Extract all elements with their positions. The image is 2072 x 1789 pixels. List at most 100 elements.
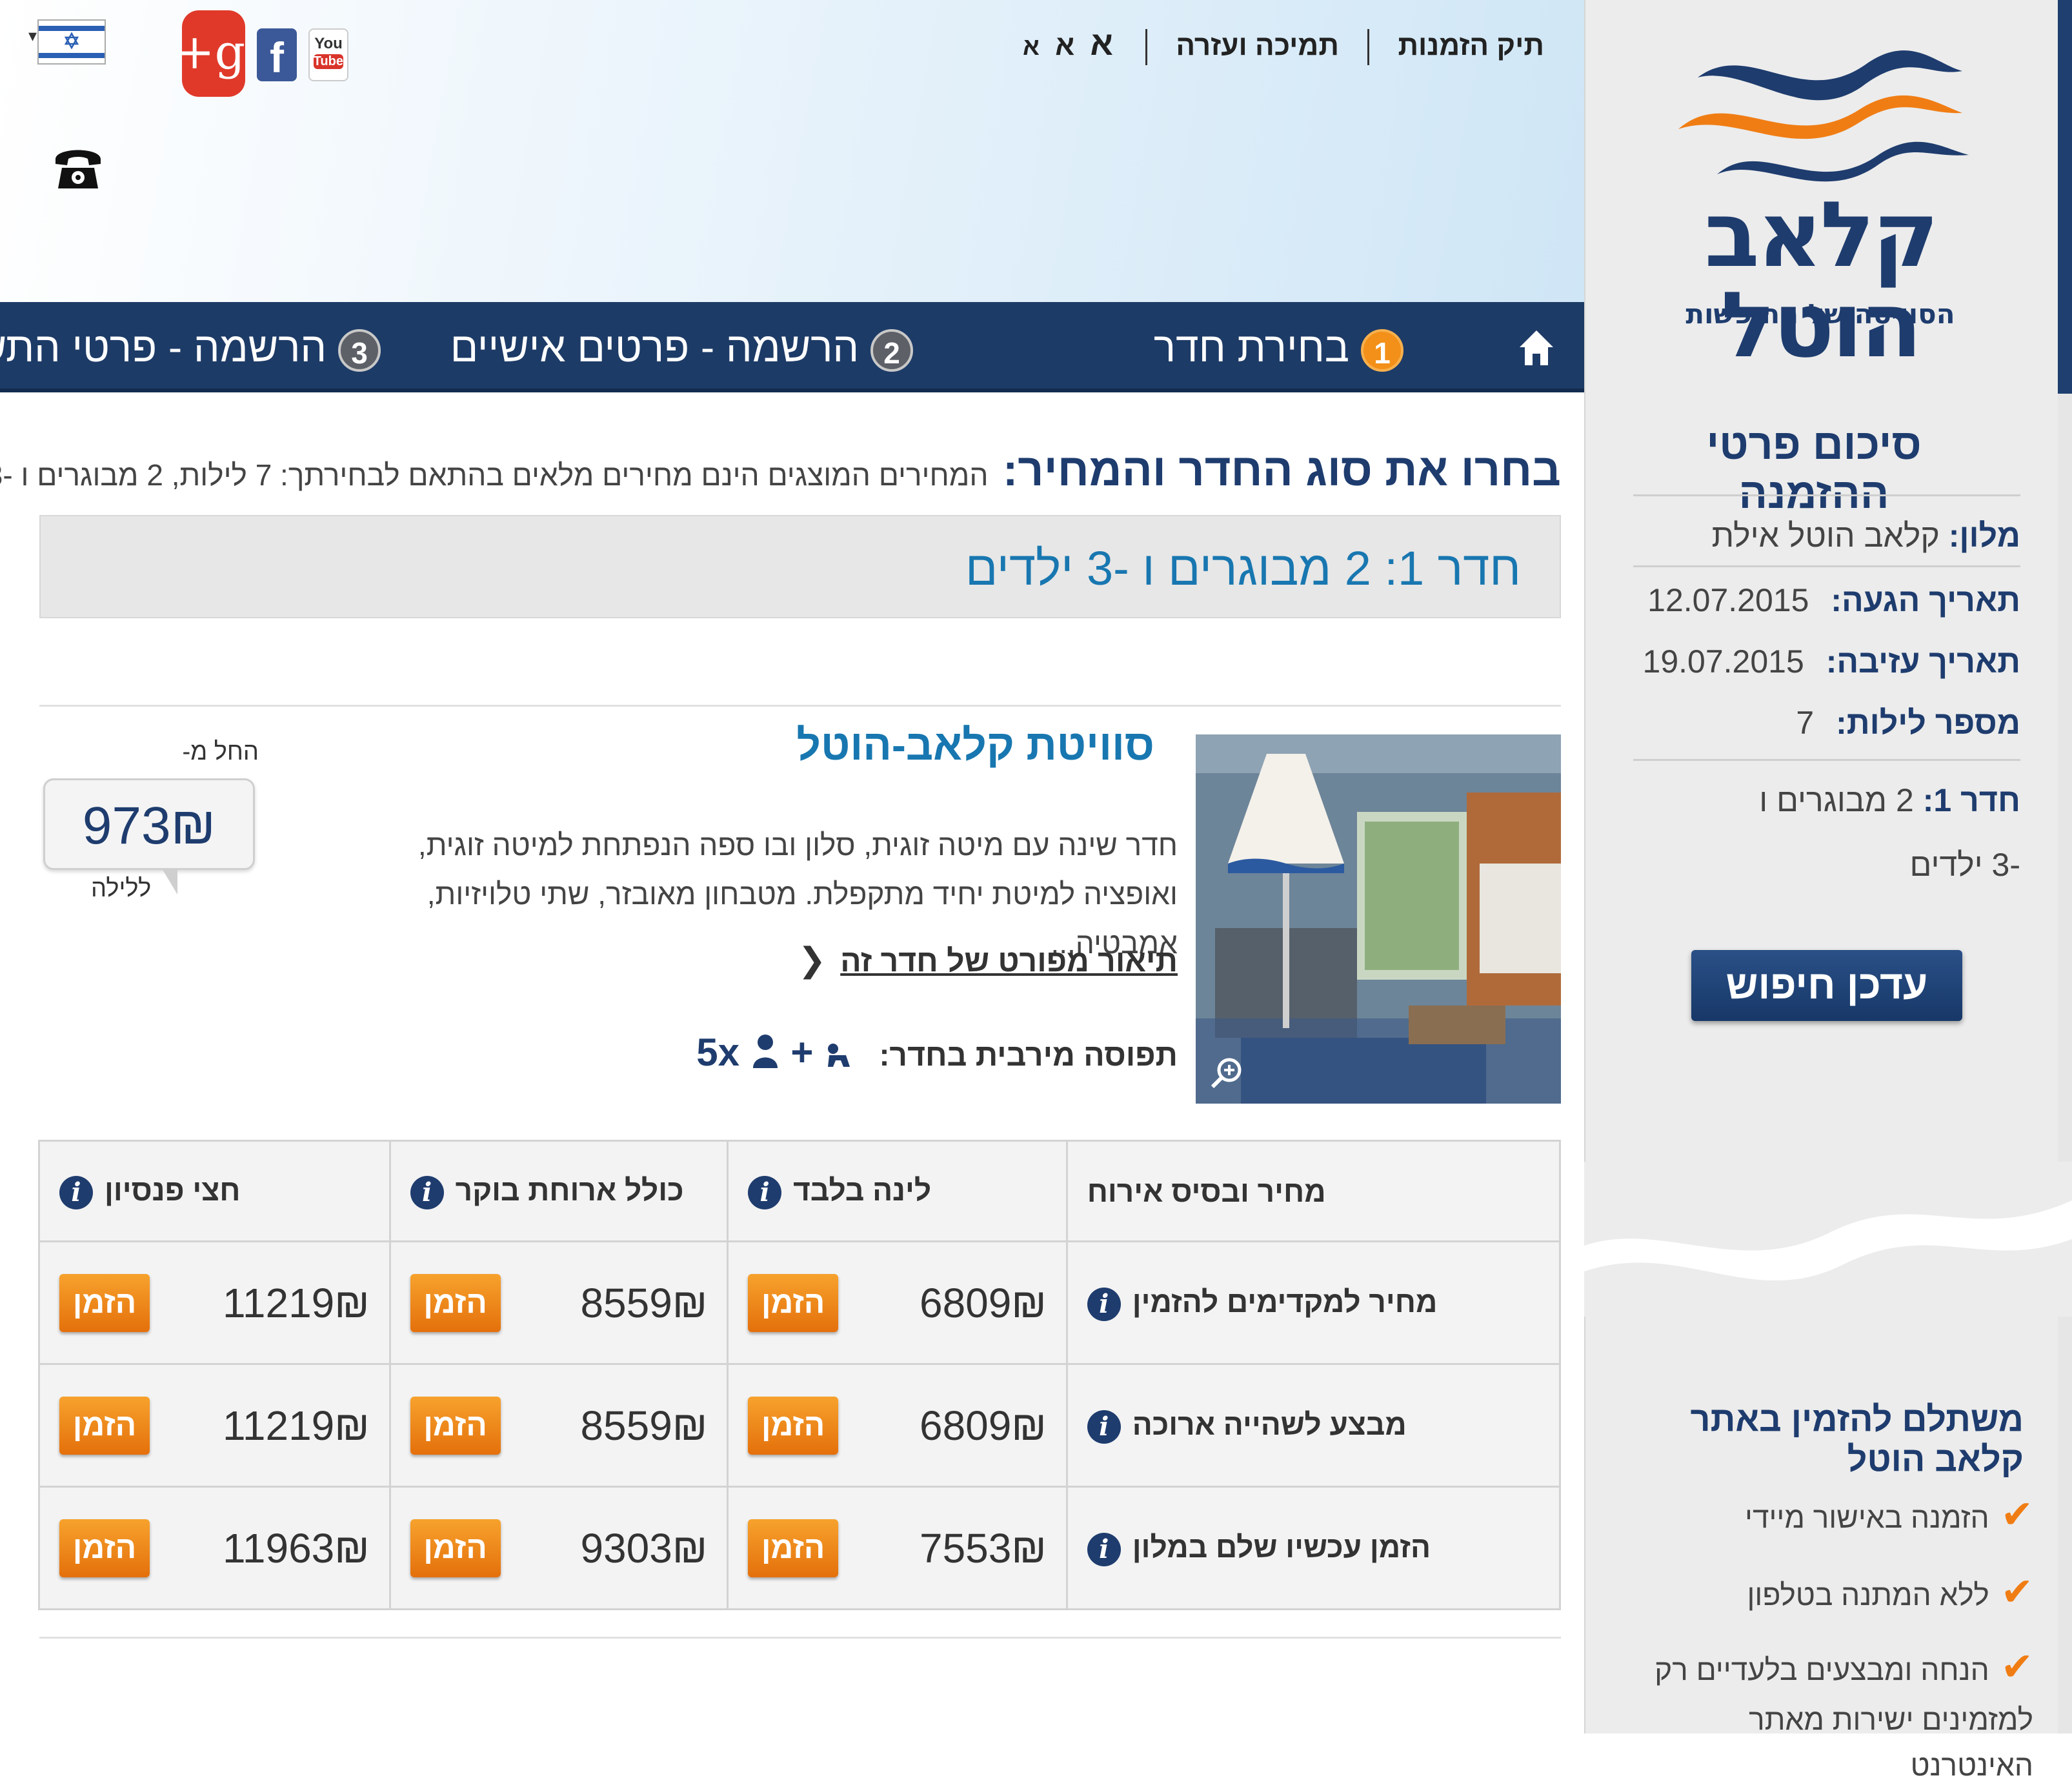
info-icon[interactable]: i — [410, 1175, 444, 1209]
youtube-icon-bottom: Tube — [313, 54, 343, 69]
facebook-icon[interactable]: f — [257, 28, 297, 81]
info-icon[interactable]: i — [1087, 1287, 1121, 1321]
price-cell: 7553₪ הזמן — [727, 1486, 1068, 1610]
zoom-icon[interactable] — [1207, 1053, 1246, 1092]
price-value: 8559₪ — [580, 1402, 708, 1449]
rate-row-label: מבצע לשהייה ארוכה i — [1065, 1363, 1562, 1488]
booking-steps-bar: 1 בחירת חדר 2 הרשמה - פרטים אישיים 3 הרשמה … — [0, 302, 1584, 392]
divider — [1367, 29, 1370, 66]
summary-departure-label: תאריך עזיבה: — [1826, 643, 2020, 680]
chevron-left-icon: ❮ — [798, 942, 827, 979]
price-value: 7553₪ — [919, 1524, 1047, 1572]
book-button[interactable]: הזמן — [410, 1396, 501, 1455]
update-search-button[interactable]: עדכן חיפוש — [1691, 950, 1962, 1021]
google-plus-icon[interactable]: g+ — [175, 10, 245, 97]
divider — [1145, 29, 1148, 66]
book-button[interactable]: הזמן — [410, 1519, 501, 1577]
book-button[interactable]: הזמן — [748, 1396, 839, 1455]
check-icon: ✔ — [2000, 1493, 2033, 1536]
summary-hotel-label: מלון: — [1948, 518, 2020, 554]
book-button[interactable]: הזמן — [59, 1273, 150, 1332]
column-header-room-only: לינה בלבד i — [727, 1140, 1068, 1242]
summary-departure: תאריך עזיבה: 19.07.2015 — [1633, 636, 2020, 687]
price-from-label: החל מ- — [182, 738, 259, 765]
step-number-badge: 3 — [338, 329, 381, 372]
promo-title: משתלם להזמין באתר קלאב הוטל — [1690, 1400, 2024, 1479]
book-button[interactable]: הזמן — [410, 1273, 501, 1332]
plus-sign: + — [790, 1031, 814, 1074]
summary-arrival-value: 12.07.2015 — [1647, 582, 1809, 618]
info-icon[interactable]: i — [1087, 1532, 1121, 1566]
summary-arrival: תאריך הגעה: 12.07.2015 — [1633, 574, 2020, 626]
step-payment-details[interactable]: 3 הרשמה - פרטי התשלום — [0, 302, 381, 392]
info-icon[interactable]: i — [748, 1175, 782, 1209]
room-photo[interactable] — [1196, 734, 1561, 1104]
sidebar: קלאב הוטל הסוויטה של החופשות סיכום פרטי … — [1584, 0, 2072, 1782]
promo-item-label: הזמנה באישור מיידי — [1745, 1501, 1989, 1534]
font-size-large[interactable]: א — [1090, 25, 1112, 63]
rate-row-label: הזמן עכשיו שלם במלון i — [1065, 1486, 1562, 1610]
price-cell: 9303₪ הזמן — [388, 1486, 729, 1610]
page-title: בחרו את סוג החדר והמחיר: — [1002, 445, 1561, 495]
child-icon — [828, 1044, 850, 1067]
my-bookings-link[interactable]: תיק הזמנות — [1398, 30, 1544, 61]
book-button[interactable]: הזמן — [59, 1519, 150, 1577]
room-details-link[interactable]: תיאור מפורט של חדר זה ❮ — [798, 941, 1178, 980]
book-button[interactable]: הזמן — [748, 1519, 839, 1577]
price-value: 11219₪ — [223, 1402, 370, 1449]
column-header-label: לינה בלבד — [793, 1173, 932, 1208]
summary-nights: מספר לילות: 7 — [1633, 697, 2020, 749]
step-label: הרשמה - פרטי התשלום — [0, 324, 327, 370]
israel-flag-icon[interactable] — [37, 19, 106, 65]
summary-nights-value: 7 — [1796, 705, 1815, 741]
font-size-small[interactable]: א — [1023, 34, 1040, 61]
price-cell: 11219₪ הזמן — [38, 1240, 391, 1365]
info-icon[interactable]: i — [1087, 1410, 1121, 1444]
table-row: 11219₪ הזמן 8559₪ הזמן 6809₪ הזמן מחיר למקד… — [38, 1240, 1562, 1365]
max-occupancy-label: תפוסה מירבית בחדר: — [879, 1038, 1178, 1073]
book-button[interactable]: הזמן — [748, 1273, 839, 1332]
rate-row-label: מחיר למקדימים להזמין i — [1065, 1240, 1562, 1365]
info-icon[interactable]: i — [59, 1175, 93, 1209]
summary-nights-label: מספר לילות: — [1836, 705, 2020, 741]
promo-item-label: הנחה ומבצעים בלעדיים רק למזמינים ישירות … — [1655, 1653, 2033, 1783]
adult-icon — [752, 1035, 778, 1068]
price-cell: 8559₪ הזמן — [388, 1363, 729, 1488]
summary-arrival-label: תאריך הגעה: — [1831, 582, 2020, 618]
language-dropdown-caret-icon[interactable]: ▾ — [28, 26, 37, 46]
font-size-medium[interactable]: א — [1055, 30, 1074, 61]
summary-hotel: מלון: קלאב הוטל אילת — [1633, 510, 2020, 561]
header: תיק הזמנות תמיכה ועזרה א א א ▾ g+ f You … — [0, 0, 1584, 302]
home-icon[interactable] — [1518, 328, 1554, 367]
page-title-row: בחרו את סוג החדר והמחיר: המחירים המוצגים… — [0, 444, 1561, 496]
page-subtitle: המחירים המוצגים הינם מחירים מלאים בהתאם … — [0, 458, 989, 492]
step-personal-details[interactable]: 2 הרשמה - פרטים אישיים — [450, 302, 913, 392]
column-header-breakfast: כולל ארוחת בוקר i — [388, 1140, 729, 1242]
column-header-half-board: חצי פנסיון i — [38, 1140, 391, 1242]
column-header-rate-basis: מחיר ובסיס אירוח — [1065, 1140, 1562, 1242]
logo-slogan: הסוויטה של החופשות — [1685, 298, 1955, 330]
font-size-controls: א א א — [1019, 25, 1117, 63]
max-occupancy-count: 5x — [696, 1031, 740, 1074]
summary-title: סיכום פרטי ההזמנה — [1706, 420, 1922, 517]
logo-waves-icon — [1678, 50, 1969, 182]
column-header-label: כולל ארוחת בוקר — [455, 1173, 684, 1208]
room-bar: חדר 1: 2 מבוגרים ו -3 ילדים — [39, 515, 1561, 618]
price-value: 6809₪ — [919, 1402, 1047, 1449]
step-number-badge: 2 — [870, 329, 913, 372]
column-header-label: חצי פנסיון — [105, 1173, 241, 1208]
club-hotel-logo[interactable]: קלאב הוטל הסוויטה של החופשות — [1653, 39, 1988, 371]
youtube-icon[interactable]: You Tube — [308, 28, 348, 81]
price-cell: 6809₪ הזמן — [727, 1240, 1068, 1365]
logo-name: קלאב הוטל — [1704, 183, 1938, 378]
summary-room-label: חדר 1: — [1922, 782, 2020, 818]
support-link[interactable]: תמיכה ועזרה — [1176, 30, 1339, 61]
rate-row-label-text: הזמן עכשיו שלם במלון — [1132, 1530, 1431, 1564]
phone-icon[interactable] — [50, 138, 106, 194]
promo-item-label: ללא המתנה בטלפון — [1747, 1578, 1989, 1612]
step-room-selection[interactable]: 1 בחירת חדר — [1154, 302, 1403, 392]
book-button[interactable]: הזמן — [59, 1396, 150, 1455]
summary-hotel-value: קלאב הוטל אילת — [1711, 518, 1940, 554]
step-number-badge: 1 — [1361, 329, 1403, 372]
table-header-row: חצי פנסיוןi כולל ארוחת בוקרi לינה בלבדi … — [38, 1140, 1562, 1242]
